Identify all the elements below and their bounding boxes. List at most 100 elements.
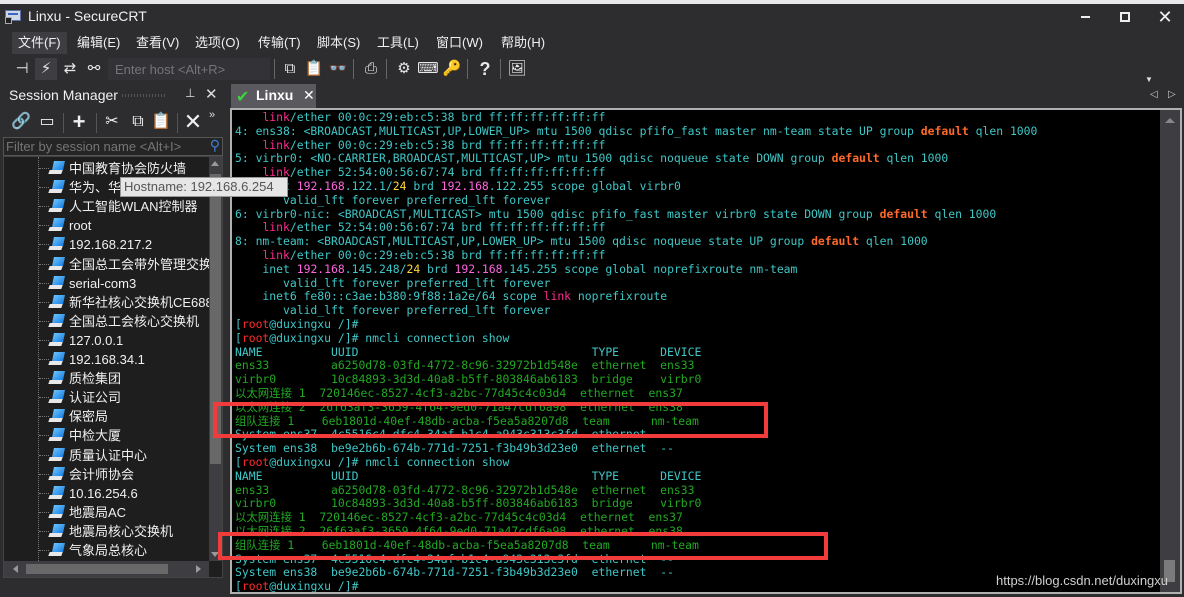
scroll-up-icon[interactable] <box>1165 118 1175 123</box>
tree-horizontal-scrollbar[interactable] <box>4 561 209 577</box>
new-session-icon[interactable]: + <box>68 111 90 133</box>
terminal-text: @duxingxu /]# nmcli connection show <box>269 454 510 469</box>
scroll-left-icon[interactable] <box>13 565 18 573</box>
terminal-text: 192.168 <box>454 261 503 276</box>
connect-session-icon[interactable]: 🔗 <box>10 111 32 133</box>
session-item[interactable]: serial-com3 <box>4 274 209 293</box>
delete-session-icon[interactable]: ✕ <box>182 111 204 133</box>
tree-branch <box>39 168 49 169</box>
session-item[interactable]: 中检大厦 <box>4 426 209 445</box>
copy-icon[interactable]: ⧉ <box>279 58 301 80</box>
highlight-box <box>213 402 768 438</box>
session-item[interactable]: 地震局AC <box>4 503 209 522</box>
sftp-icon[interactable]: 🖼 <box>506 58 528 80</box>
menu-tools[interactable]: 工具(L) <box>371 32 425 54</box>
terminal-text: default <box>920 123 969 138</box>
session-item[interactable]: 会计师协会 <box>4 465 209 484</box>
toolbar-separator <box>500 59 501 79</box>
panel-grip[interactable] <box>122 94 167 97</box>
session-item[interactable]: 全国总工会带外管理交换机 <box>4 255 222 274</box>
terminal-screen[interactable]: link/ether 00:0c:29:eb:c5:38 brd ff:ff:f… <box>230 108 1182 594</box>
enter-host-input[interactable] <box>108 58 270 80</box>
session-computer-icon <box>48 447 65 462</box>
session-item[interactable]: 地震局核心交换机 <box>4 522 209 541</box>
close-panel-icon[interactable]: ✕ <box>205 85 218 103</box>
connect-in-tab-icon[interactable]: ▭ <box>36 111 58 133</box>
session-label: 地震局核心交换机 <box>69 523 174 539</box>
keymap-icon[interactable]: ⌨ <box>417 58 439 80</box>
menu-edit[interactable]: 编辑(E) <box>71 32 126 54</box>
paste-icon[interactable]: 📋 <box>303 58 325 80</box>
session-computer-icon <box>48 256 65 271</box>
tab-linxu[interactable]: ✔ Linxu ✕ <box>231 84 316 108</box>
terminal-line: 8: nm-team: <BROADCAST,MULTICAST,UP,LOWE… <box>235 234 1160 249</box>
scroll-right-icon[interactable] <box>196 565 201 573</box>
terminal-scrollbar[interactable] <box>1160 110 1180 592</box>
session-item[interactable]: 保密局 <box>4 407 209 426</box>
minimize-button[interactable] <box>1070 6 1100 28</box>
close-window-button[interactable]: ✕ <box>1150 6 1180 28</box>
session-item[interactable]: 人工智能WLAN控制器 <box>4 197 209 216</box>
session-item[interactable]: 质量认证中心 <box>4 446 209 465</box>
terminal-line: NAME UUID TYPE DEVICE <box>235 345 1160 360</box>
session-item[interactable]: 全国总工会核心交换机 <box>4 312 209 331</box>
menu-view[interactable]: 查看(V) <box>130 32 185 54</box>
session-label: 新华社核心交换机CE6881 <box>69 294 220 310</box>
tree-branch <box>39 320 49 322</box>
session-item[interactable]: 192.168.34.1 <box>4 350 209 369</box>
terminal-text: default <box>811 234 860 249</box>
search-icon[interactable]: ⚲ <box>210 137 220 154</box>
tab-next-icon[interactable]: ▷ <box>1168 89 1176 100</box>
tab-prev-icon[interactable]: ◁ <box>1150 89 1158 100</box>
quick-connect-icon[interactable]: ⚡ <box>35 58 57 80</box>
session-item[interactable]: root <box>4 216 209 235</box>
scroll-up-icon[interactable] <box>211 161 219 166</box>
settings-icon[interactable]: ⚙ <box>393 58 415 80</box>
find-icon[interactable]: 👓 <box>327 58 349 80</box>
print-icon[interactable]: ⎙ <box>360 58 382 80</box>
session-computer-icon <box>48 161 65 175</box>
highlight-box <box>218 532 828 560</box>
more-icon[interactable]: » <box>209 109 215 121</box>
terminal-text: 以太网连接 1 720146ec-8527-4cf3-a2bc-77d45c4c… <box>235 385 683 400</box>
terminal-line: inet 192.168.145.248/24 brd 192.168.145.… <box>235 261 1160 277</box>
pin-icon[interactable]: ⊥ <box>185 86 195 100</box>
terminal-text: brd <box>420 261 455 276</box>
session-item[interactable]: 新华社核心交换机CE6881 <box>4 293 220 312</box>
menu-file[interactable]: 文件(F) <box>12 32 67 54</box>
session-item[interactable]: 质检集团 <box>4 369 209 388</box>
terminal-text: 24 <box>392 178 407 193</box>
menu-help[interactable]: 帮助(H) <box>495 32 551 54</box>
menu-window[interactable]: 窗口(W) <box>430 32 489 54</box>
terminal-text: virbr0 10c84893-3d3d-40a8-b5ff-803846ab6… <box>235 372 702 387</box>
copy-session-icon[interactable]: ⧉ <box>127 111 149 133</box>
help-icon[interactable]: ? <box>474 58 496 80</box>
watermark: https://blog.csdn.net/duxingxu <box>996 573 1169 588</box>
close-tab-icon[interactable]: ✕ <box>303 87 315 104</box>
disconnect-icon[interactable]: ⚯ <box>83 58 105 80</box>
menu-script[interactable]: 脚本(S) <box>311 32 366 54</box>
tree-vertical-scrollbar[interactable] <box>209 157 222 561</box>
session-item[interactable]: 192.168.217.2 <box>4 235 209 254</box>
key-icon[interactable]: 🔑 <box>441 58 463 80</box>
session-item[interactable]: 认证公司 <box>4 388 209 407</box>
cut-icon[interactable]: ✂ <box>101 111 123 133</box>
terminal-text: 4: ens38: <BROADCAST,MULTICAST,UP,LOWER_… <box>235 123 921 138</box>
session-item[interactable]: 10.16.254.6 <box>4 484 209 503</box>
menu-transfer[interactable]: 传输(T) <box>252 32 307 54</box>
session-item[interactable]: 127.0.0.1 <box>4 331 209 350</box>
maximize-button[interactable] <box>1110 6 1140 28</box>
tab-list-dropdown-icon[interactable]: ▼ <box>1145 75 1153 84</box>
terminal-line: 4: ens38: <BROADCAST,MULTICAST,UP,LOWER_… <box>235 123 1160 139</box>
filter-input[interactable] <box>6 138 201 155</box>
session-label: 192.168.34.1 <box>69 352 145 367</box>
menu-options[interactable]: 选项(O) <box>189 32 246 54</box>
connect-icon[interactable]: ⊣ <box>11 58 33 80</box>
session-item[interactable]: 气象局总核心 <box>4 541 209 560</box>
session-label: 认证公司 <box>69 390 122 406</box>
terminal-text: System ens38 be9e2b6b-674b-771d-7251-f3b… <box>235 441 674 456</box>
session-item[interactable]: 中国教育协会防火墙 <box>4 159 209 178</box>
reconnect-icon[interactable]: ⇄ <box>59 58 81 80</box>
paste-session-icon[interactable]: 📋 <box>150 111 172 133</box>
scroll-thumb[interactable] <box>26 564 168 574</box>
